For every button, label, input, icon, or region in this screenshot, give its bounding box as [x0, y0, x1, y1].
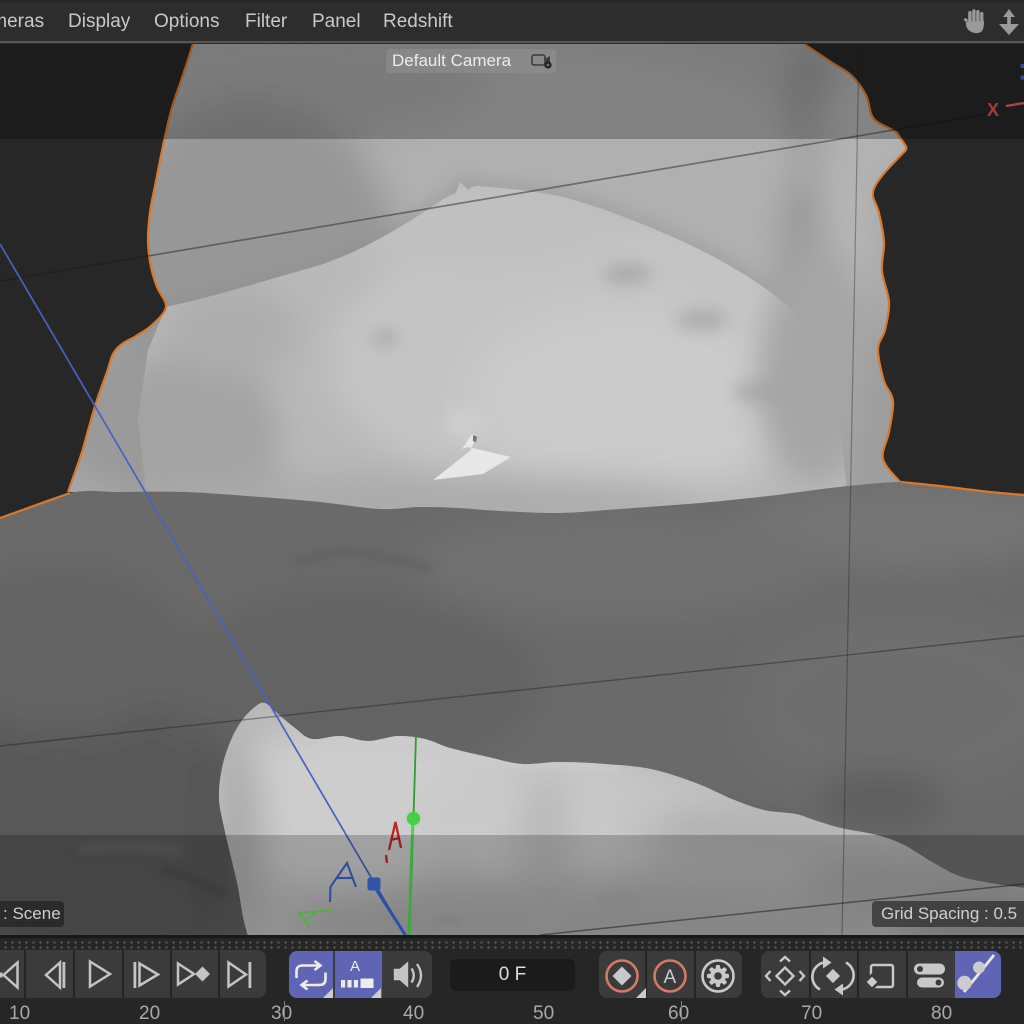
svg-text:A: A: [350, 958, 360, 975]
svg-text:A: A: [664, 967, 677, 988]
